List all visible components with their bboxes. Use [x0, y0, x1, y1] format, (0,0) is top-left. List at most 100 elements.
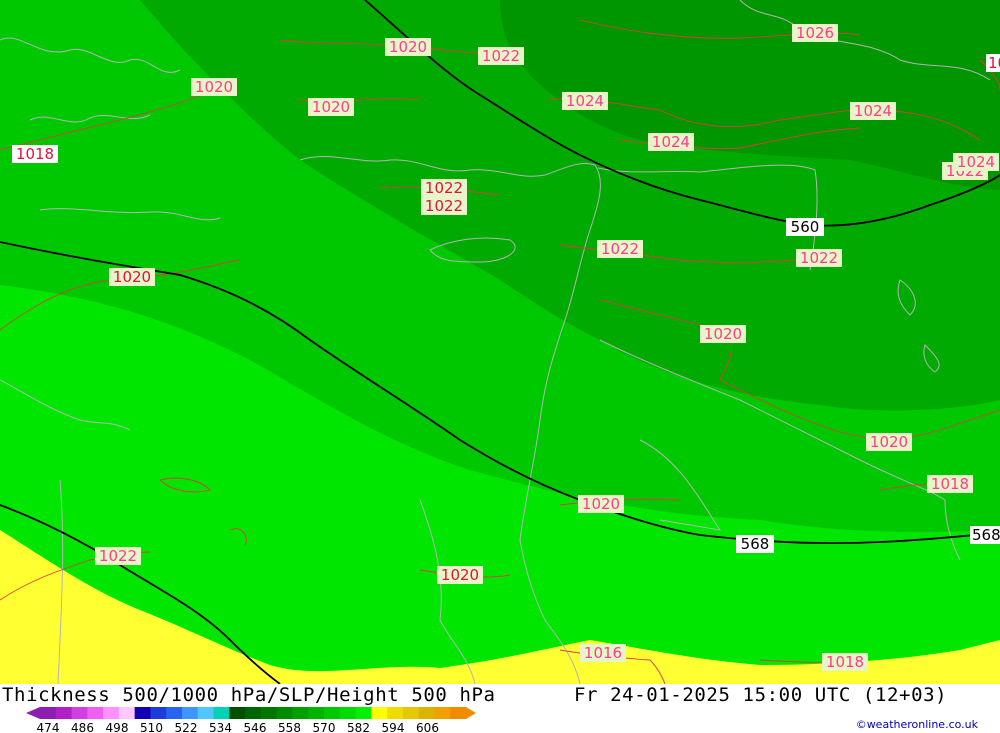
- color-scale-swatch: [166, 707, 183, 719]
- color-scale-swatch: [150, 707, 167, 719]
- pressure-label: 1020: [385, 38, 431, 56]
- color-scale-swatch: [434, 707, 451, 719]
- pressure-label: 1022: [796, 249, 842, 267]
- pressure-label: 1020: [866, 433, 912, 451]
- pressure-label: 1022: [597, 240, 643, 258]
- pressure-label: 1024: [850, 102, 896, 120]
- svg-text:568: 568: [972, 526, 1000, 544]
- color-scale-arrow-left: [26, 707, 40, 719]
- color-scale-swatch: [308, 707, 325, 719]
- svg-text:1020: 1020: [582, 495, 620, 513]
- pressure-label: 1020: [578, 495, 624, 513]
- svg-text:1020: 1020: [113, 268, 151, 286]
- color-scale-swatch: [324, 707, 341, 719]
- pressure-label: 1024: [953, 153, 999, 171]
- height-label: 568: [970, 526, 1000, 544]
- height-label: 560: [786, 218, 824, 236]
- pressure-label: 1020: [700, 325, 746, 343]
- svg-text:1020: 1020: [441, 566, 479, 584]
- valid-datetime: Fr 24-01-2025 15:00 UTC (12+03): [574, 684, 948, 706]
- color-scale-swatch: [418, 707, 435, 719]
- color-scale-swatch: [87, 707, 104, 719]
- color-scale-swatch: [245, 707, 262, 719]
- svg-text:1024: 1024: [652, 133, 690, 151]
- svg-text:1024: 1024: [566, 92, 604, 110]
- color-scale-tick: 522: [175, 721, 198, 733]
- pressure-label: 1020: [437, 566, 483, 584]
- svg-text:1022: 1022: [482, 47, 520, 65]
- credit[interactable]: ©weatheronline.co.uk: [856, 718, 978, 731]
- svg-text:1020: 1020: [312, 98, 350, 116]
- pressure-label: 1022: [95, 547, 141, 565]
- pressure-label: 1022: [421, 179, 467, 197]
- color-scale-tick: 474: [37, 721, 60, 733]
- map-footer: Thickness 500/1000 hPa/SLP/Height 500 hP…: [0, 684, 1000, 733]
- color-scale-tick: 534: [209, 721, 232, 733]
- map-title: Thickness 500/1000 hPa/SLP/Height 500 hP…: [2, 684, 496, 706]
- pressure-label: 1016: [580, 644, 626, 662]
- color-scale-swatch: [292, 707, 309, 719]
- pressure-label: 1018: [927, 475, 973, 493]
- svg-text:1018: 1018: [826, 653, 864, 671]
- svg-text:1022: 1022: [601, 240, 639, 258]
- pressure-label: 1024: [562, 92, 608, 110]
- weather-map: 1020 1022 1026 1020 1020 1024 1024 1024 …: [0, 0, 1000, 684]
- pressure-label: 1020: [191, 78, 237, 96]
- svg-text:1024: 1024: [957, 153, 995, 171]
- color-scale-swatch: [355, 707, 372, 719]
- color-scale-swatch: [450, 707, 467, 719]
- color-scale-tick: 570: [313, 721, 336, 733]
- pressure-label: 1026: [792, 24, 838, 42]
- color-scale-tick: 558: [278, 721, 301, 733]
- color-scale-swatch: [371, 707, 388, 719]
- color-scale-tick: 498: [106, 721, 129, 733]
- color-scale-swatch: [229, 707, 246, 719]
- svg-text:560: 560: [791, 218, 820, 236]
- svg-text:1024: 1024: [854, 102, 892, 120]
- color-scale-swatch: [197, 707, 215, 719]
- svg-text:1022: 1022: [99, 547, 137, 565]
- color-scale-swatch: [387, 707, 404, 719]
- pressure-label: 10: [986, 54, 1000, 72]
- pressure-label: 1024: [648, 133, 694, 151]
- color-scale-swatch: [339, 707, 357, 719]
- color-scale-tick: 486: [71, 721, 94, 733]
- svg-text:1020: 1020: [704, 325, 742, 343]
- color-scale-swatch: [260, 707, 278, 719]
- color-scale-arrow-right: [466, 707, 476, 719]
- pressure-label: 1022: [421, 197, 467, 215]
- color-scale-swatch: [213, 707, 230, 719]
- svg-text:10: 10: [988, 54, 1000, 72]
- color-scale-swatch: [402, 707, 420, 719]
- color-scale-swatch: [182, 707, 199, 719]
- svg-text:1026: 1026: [796, 24, 834, 42]
- color-scale-swatches: [26, 707, 476, 719]
- svg-text:1016: 1016: [584, 644, 622, 662]
- svg-text:1020: 1020: [389, 38, 427, 56]
- color-scale-tick: 510: [140, 721, 163, 733]
- height-label: 568: [736, 535, 774, 553]
- svg-text:1022: 1022: [800, 249, 838, 267]
- svg-text:1022: 1022: [425, 197, 463, 215]
- color-scale-swatch: [103, 707, 120, 719]
- pressure-label: 1018: [12, 145, 58, 163]
- pressure-label: 1018: [822, 653, 868, 671]
- color-scale-swatch: [276, 707, 293, 719]
- color-scale-swatch: [134, 707, 151, 719]
- svg-text:1018: 1018: [931, 475, 969, 493]
- svg-text:1020: 1020: [195, 78, 233, 96]
- svg-text:1022: 1022: [425, 179, 463, 197]
- color-scale-tick: 582: [347, 721, 370, 733]
- pressure-label: 1020: [109, 268, 155, 286]
- color-scale-swatch: [40, 707, 57, 719]
- pressure-label: 1020: [308, 98, 354, 116]
- color-scale: 474 486 498 510 522 534 546 558 570 582 594 606: [26, 707, 476, 733]
- color-scale-swatch: [55, 707, 73, 719]
- color-scale-tick: 546: [244, 721, 267, 733]
- color-scale-swatch: [118, 707, 136, 719]
- svg-text:1018: 1018: [16, 145, 54, 163]
- color-scale-swatch: [71, 707, 88, 719]
- pressure-label: 1022: [478, 47, 524, 65]
- color-scale-tick: 594: [382, 721, 405, 733]
- svg-text:568: 568: [741, 535, 770, 553]
